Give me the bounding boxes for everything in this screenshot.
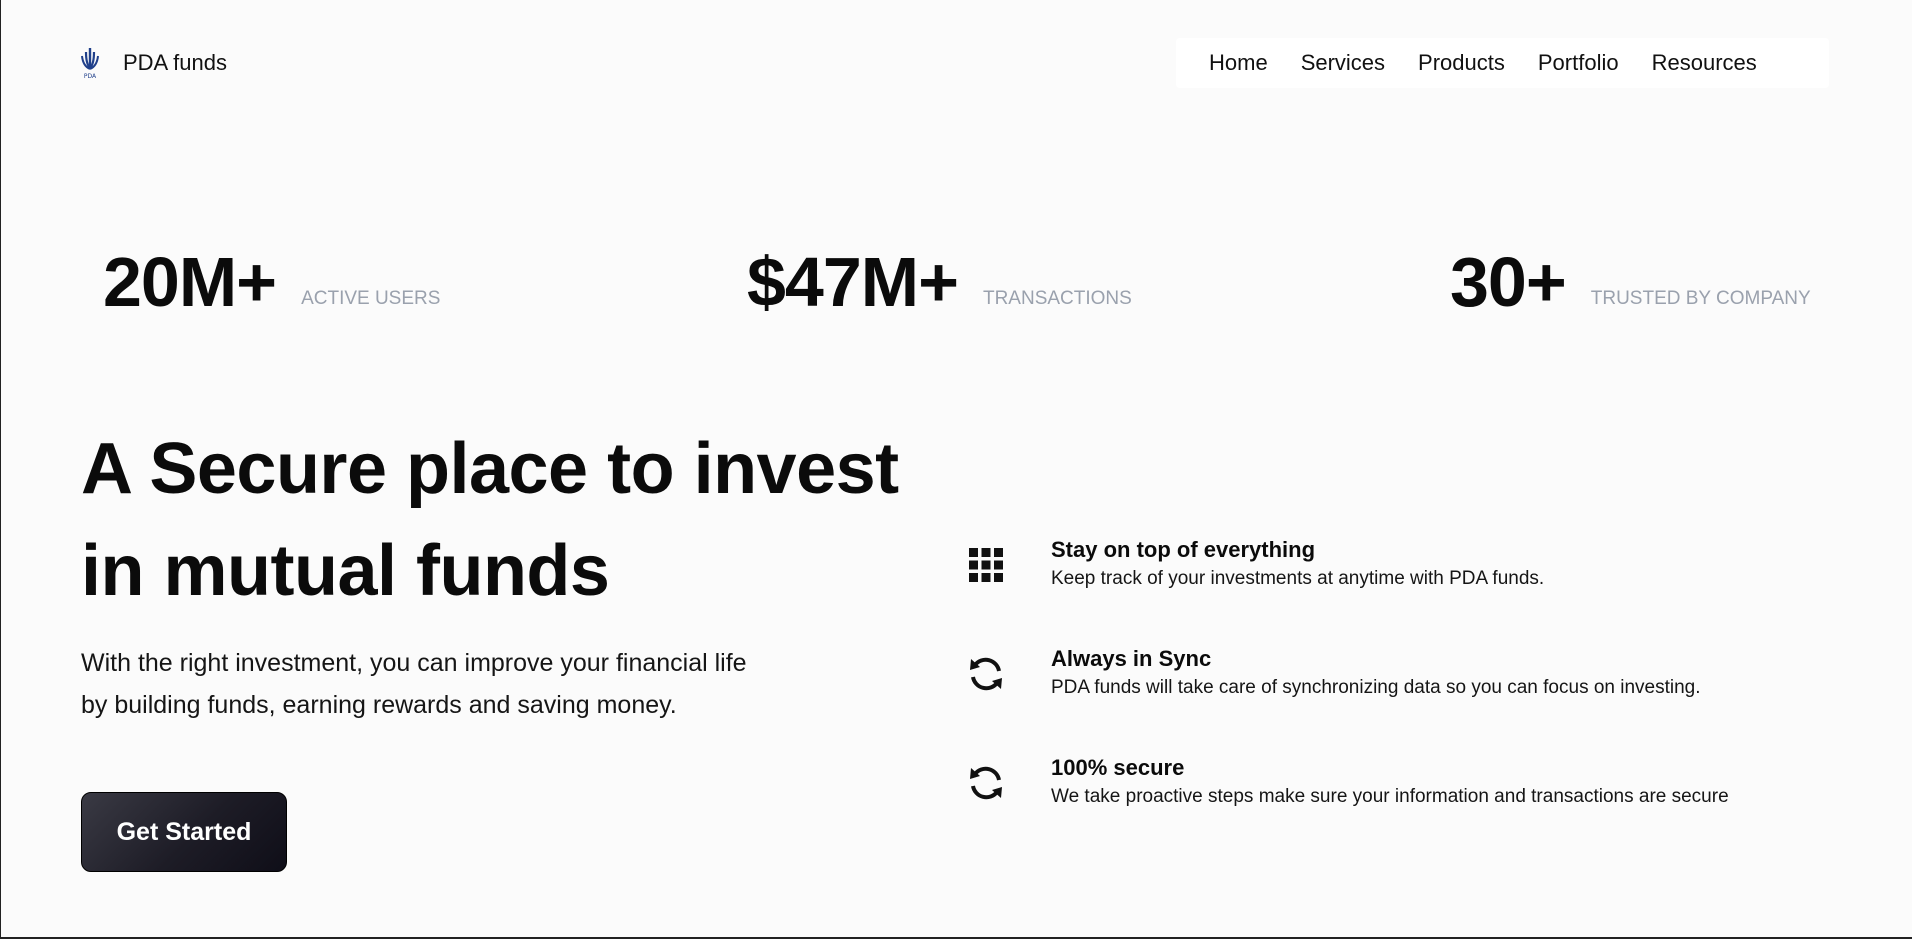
feature-text: Stay on top of everything Keep track of … [1051,536,1544,594]
logo-text: PDA [84,73,97,80]
feature-secure: 100% secure We take proactive steps make… [961,754,1729,812]
feature-title: Stay on top of everything [1051,537,1316,562]
feature-text: 100% secure We take proactive steps make… [1051,754,1729,812]
stat-label: TRANSACTIONS [982,288,1132,309]
nav-resources[interactable]: Resources [1652,50,1757,76]
nav-services[interactable]: Services [1301,50,1385,76]
stat-transactions: $47M+ TRANSACTIONS [747,242,1132,322]
stat-active-users: 20M+ ACTIVE USERS [103,242,440,322]
stat-trusted-companies: 30+ TRUSTED BY COMPANY [1450,242,1811,322]
hero-title-line2: in mutual funds [81,531,610,611]
feature-text: Always in Sync PDA funds will take care … [1051,645,1701,703]
stat-value: 20M+ [103,243,277,321]
hero-description: With the right investment, you can impro… [81,649,747,719]
landing-page: PDA PDA funds Home Services Products Por… [0,0,1912,939]
grid-icon [961,540,1011,590]
feature-description: Keep track of your investments at anytim… [1051,568,1545,589]
hero-title: A Secure place to invest in mutual funds [81,418,981,622]
pda-logo-icon: PDA [81,48,99,80]
stat-value: 30+ [1450,243,1567,321]
nav-home[interactable]: Home [1209,50,1268,76]
feature-title: Always in Sync [1051,646,1212,671]
feature-title: 100% secure [1051,755,1185,780]
stat-label: ACTIVE USERS [301,288,441,309]
stat-label: TRUSTED BY COMPANY [1590,288,1811,309]
get-started-button[interactable]: Get Started [81,792,287,872]
stat-value: $47M+ [747,243,959,321]
brand-name[interactable]: PDA funds [123,50,227,76]
nav-products[interactable]: Products [1418,50,1505,76]
sync-icon [961,758,1011,808]
feature-description: PDA funds will take care of synchronizin… [1051,677,1701,698]
main-nav: Home Services Products Portfolio Resourc… [1176,38,1829,88]
nav-portfolio[interactable]: Portfolio [1538,50,1619,76]
brand[interactable]: PDA PDA funds [79,46,227,80]
feature-always-in-sync: Always in Sync PDA funds will take care … [961,645,1701,703]
sync-icon [961,649,1011,699]
feature-description: We take proactive steps make sure your i… [1051,786,1729,807]
feature-stay-on-top: Stay on top of everything Keep track of … [961,536,1544,594]
hero-title-line1: A Secure place to invest [81,429,899,509]
